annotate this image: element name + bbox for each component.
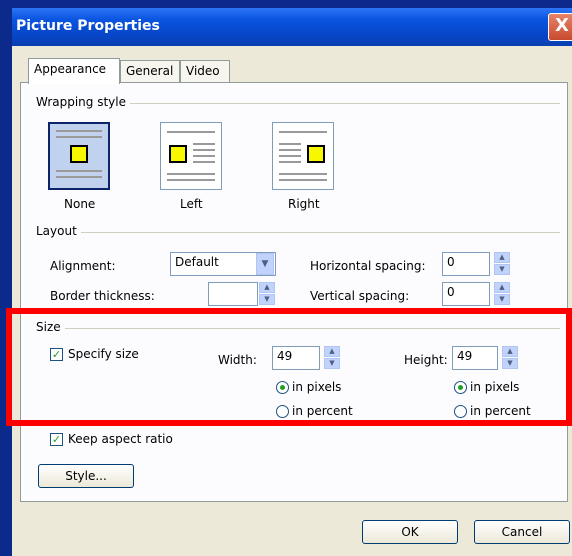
text-line <box>167 131 215 133</box>
vertical-spacing-value: 0 <box>447 285 455 299</box>
horizontal-spacing-label: Horizontal spacing: <box>310 259 426 273</box>
highlight-box <box>6 308 572 426</box>
spin-up-icon[interactable]: ▲ <box>494 252 510 263</box>
tab-general[interactable]: General <box>120 60 180 82</box>
text-line <box>279 179 327 181</box>
horizontal-spacing-spinner[interactable]: ▲ ▼ <box>494 252 510 276</box>
vertical-spacing-input[interactable]: 0 <box>442 282 490 306</box>
text-line <box>56 170 102 172</box>
wrap-none-option[interactable] <box>48 122 110 190</box>
cancel-button[interactable]: Cancel <box>474 520 570 544</box>
text-line <box>56 130 102 132</box>
horizontal-spacing-input[interactable]: 0 <box>442 252 490 276</box>
layout-divider <box>40 232 560 233</box>
border-thickness-spinner[interactable]: ▲ ▼ <box>259 282 275 306</box>
text-line <box>193 161 215 163</box>
wrapping-group-label: Wrapping style <box>36 95 130 109</box>
picture-icon <box>307 145 325 163</box>
spin-down-icon[interactable]: ▼ <box>494 294 510 305</box>
tab-appearance[interactable]: Appearance <box>28 58 120 84</box>
keep-aspect-ratio-label: Keep aspect ratio <box>68 432 173 446</box>
alignment-value: Default <box>175 255 219 269</box>
spin-up-icon[interactable]: ▲ <box>259 282 275 293</box>
ok-button[interactable]: OK <box>362 520 458 544</box>
layout-group-label: Layout <box>36 224 81 238</box>
text-line <box>279 149 301 151</box>
text-line <box>279 173 327 175</box>
alignment-label: Alignment: <box>50 259 116 273</box>
background-strip <box>0 0 12 556</box>
text-line <box>279 143 301 145</box>
spin-up-icon[interactable]: ▲ <box>494 282 510 293</box>
text-line <box>56 136 102 138</box>
wrap-right-option[interactable] <box>272 122 334 190</box>
style-button[interactable]: Style... <box>38 464 134 488</box>
spin-down-icon[interactable]: ▼ <box>494 264 510 275</box>
tab-video[interactable]: Video <box>180 60 230 82</box>
wrap-none-label: None <box>64 197 96 211</box>
wrap-left-option[interactable] <box>160 122 222 190</box>
text-line <box>193 149 215 151</box>
text-line <box>56 176 102 178</box>
wrap-right-label: Right <box>288 197 320 211</box>
vertical-spacing-label: Vertical spacing: <box>310 289 410 303</box>
picture-icon <box>70 145 88 163</box>
vertical-spacing-spinner[interactable]: ▲ ▼ <box>494 282 510 306</box>
text-line <box>167 179 215 181</box>
chevron-down-icon[interactable]: ▼ <box>256 253 274 275</box>
wrap-left-label: Left <box>180 197 203 211</box>
spin-down-icon[interactable]: ▼ <box>259 294 275 305</box>
picture-icon <box>169 145 187 163</box>
keep-aspect-ratio-checkbox[interactable]: ✓ <box>50 433 63 446</box>
title-bar: Picture Properties X <box>12 8 572 46</box>
horizontal-spacing-value: 0 <box>447 255 455 269</box>
text-line <box>279 155 301 157</box>
text-line <box>279 131 327 133</box>
text-line <box>167 173 215 175</box>
text-line <box>193 155 215 157</box>
close-button[interactable]: X <box>548 13 572 41</box>
border-thickness-input[interactable] <box>208 282 258 306</box>
border-thickness-label: Border thickness: <box>50 289 155 303</box>
dialog-title: Picture Properties <box>16 18 160 34</box>
text-line <box>279 161 301 163</box>
text-line <box>193 143 215 145</box>
